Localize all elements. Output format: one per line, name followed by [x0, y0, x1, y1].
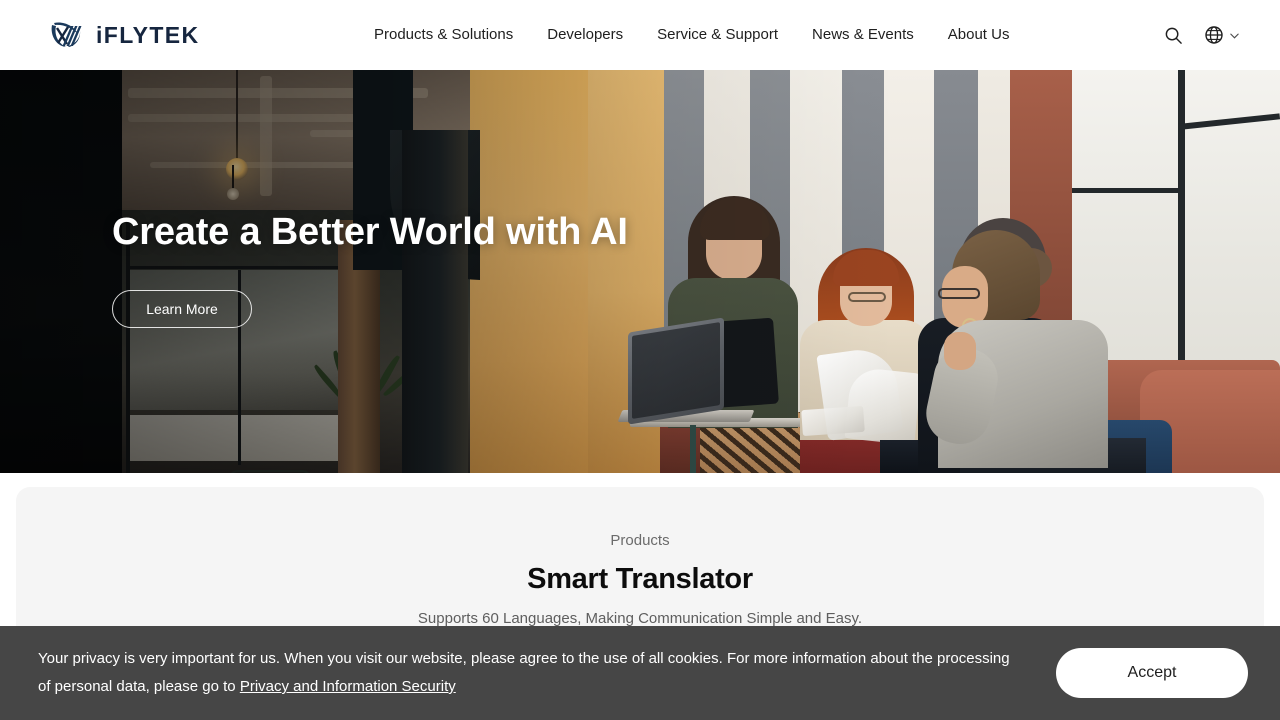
nav-item-developers[interactable]: Developers — [530, 0, 640, 70]
cookie-consent-banner: Your privacy is very important for us. W… — [0, 626, 1280, 720]
globe-icon — [1205, 26, 1223, 44]
nav-item-about-us[interactable]: About Us — [931, 0, 1027, 70]
chevron-down-icon — [1230, 33, 1239, 39]
iflytek-logo-mark-icon — [51, 22, 82, 47]
privacy-policy-link[interactable]: Privacy and Information Security — [240, 678, 456, 695]
site-logo[interactable]: iFLYTEK — [48, 19, 200, 51]
search-icon — [1165, 27, 1182, 44]
accept-cookies-button[interactable]: Accept — [1056, 648, 1248, 698]
learn-more-button[interactable]: Learn More — [112, 289, 252, 328]
logo-text: iFLYTEK — [96, 21, 200, 48]
products-subtitle: Supports 60 Languages, Making Communicat… — [417, 610, 863, 627]
search-button[interactable] — [1162, 24, 1184, 46]
products-title: Smart Translator — [527, 563, 753, 595]
nav-item-products-solutions[interactable]: Products & Solutions — [374, 0, 530, 70]
main-navigation: Products & Solutions Developers Service … — [374, 0, 1026, 70]
header-actions — [1162, 24, 1240, 46]
cookie-text: Your privacy is very important for us. W… — [38, 645, 1013, 701]
page-root: iFLYTEK Products & Solutions Developers … — [0, 0, 1280, 720]
hero-content: Create a Better World with AI Learn More — [112, 211, 628, 328]
cookie-text-body: Your privacy is very important for us. W… — [38, 650, 1010, 695]
language-selector[interactable] — [1204, 25, 1240, 45]
hero-banner: Create a Better World with AI Learn More — [0, 70, 1280, 473]
nav-item-news-events[interactable]: News & Events — [795, 0, 931, 70]
nav-item-service-support[interactable]: Service & Support — [640, 0, 795, 70]
hero-title: Create a Better World with AI — [112, 211, 628, 253]
site-header: iFLYTEK Products & Solutions Developers … — [0, 0, 1280, 70]
products-eyebrow: Products — [610, 532, 670, 549]
